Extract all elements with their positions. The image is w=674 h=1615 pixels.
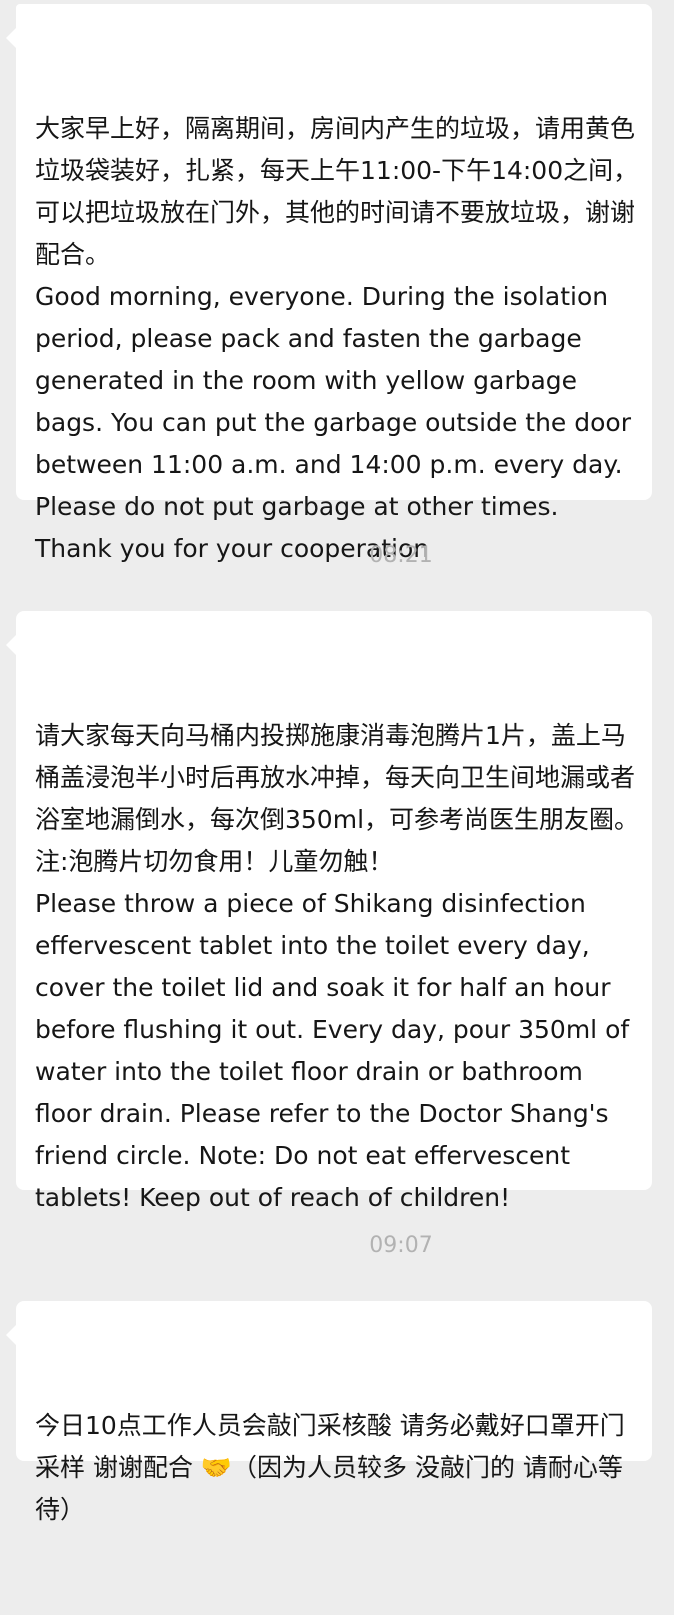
message-text: 今日10点工作人员会敲门采核酸 请务必戴好口罩开门采样 谢谢配合 🤝（因为人员较… — [35, 1411, 625, 1524]
message-text: 请大家每天向马桶内投掷施康消毒泡腾片1片，盖上马桶盖浸泡半小时后再放水冲掉，每天… — [35, 721, 640, 1212]
message-text: 大家早上好，隔离期间，房间内产生的垃圾，请用黄色垃圾袋装好，扎紧，每天上午11:… — [35, 114, 639, 563]
message-timestamp: 08:21 — [369, 543, 433, 568]
message-timestamp: 09:07 — [369, 1233, 433, 1258]
message-bubble[interactable]: 请大家每天向马桶内投掷施康消毒泡腾片1片，盖上马桶盖浸泡半小时后再放水冲掉，每天… — [6, 611, 652, 1212]
chat-view: 大家早上好，隔离期间，房间内产生的垃圾，请用黄色垃圾袋装好，扎紧，每天上午11:… — [0, 0, 674, 1524]
message-bubble[interactable]: 今日10点工作人员会敲门采核酸 请务必戴好口罩开门采样 谢谢配合 🤝（因为人员较… — [6, 1301, 652, 1524]
message-bubble[interactable]: 大家早上好，隔离期间，房间内产生的垃圾，请用黄色垃圾袋装好，扎紧，每天上午11:… — [6, 4, 652, 563]
